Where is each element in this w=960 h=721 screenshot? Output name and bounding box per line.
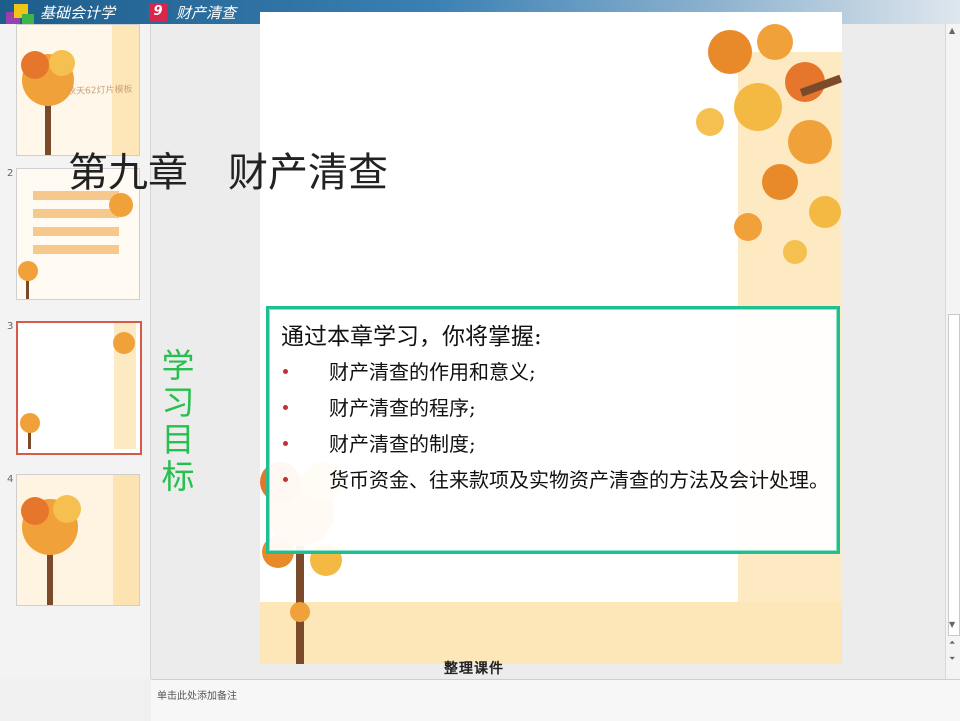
chapter-number-badge: 9 [149, 3, 167, 21]
bullet-icon [283, 369, 288, 374]
next-slide-icon[interactable]: ⏷ [949, 654, 955, 664]
objectives-intro: 通过本章学习，你将掌握: [281, 324, 542, 350]
slide-thumbnail-3[interactable] [16, 321, 142, 455]
list-item: 财产清查的制度; [279, 431, 839, 458]
notes-pane[interactable]: 单击此处添加备注 [151, 679, 960, 721]
bullet-icon [283, 477, 288, 482]
maple-tree-icon [17, 475, 139, 605]
previous-slide-icon[interactable]: ⏶ [949, 638, 955, 648]
thumbnail-number-2: 2 [7, 168, 14, 179]
scroll-down-icon[interactable]: ▼ [949, 620, 955, 629]
scrollbar-thumb[interactable] [948, 314, 960, 636]
learning-objectives-label: 学习目标 [161, 346, 195, 496]
thumbnail-hint: 秋天62灯片模板 [66, 84, 133, 98]
scroll-up-icon[interactable]: ▲ [949, 26, 955, 35]
list-item: 货币资金、往来款项及实物资产清查的方法及会计处理。 [279, 467, 839, 494]
course-title: 基础会计学 [40, 4, 116, 22]
objectives-list: 财产清查的作用和意义; 财产清查的程序; 财产清查的制度; 货币资金、往来款项及… [279, 359, 839, 503]
maple-tree-icon [18, 323, 136, 449]
list-item: 财产清查的程序; [279, 395, 839, 422]
bullet-icon [283, 405, 288, 410]
chapter-title: 财产清查 [176, 4, 237, 22]
slide-title: 第九章 财产清查 [68, 150, 388, 196]
thumbnail-number-4: 4 [7, 474, 14, 485]
slide-footer-text: 整理课件 [444, 661, 504, 677]
slide-thumbnail-4[interactable] [16, 474, 140, 606]
notes-placeholder: 单击此处添加备注 [157, 691, 237, 702]
vertical-scrollbar[interactable]: ▲ ▼ ⏶ ⏷ [945, 24, 960, 679]
thumbnail-number-3: 3 [7, 321, 14, 332]
objectives-text-box[interactable]: 通过本章学习，你将掌握: 财产清查的作用和意义; 财产清查的程序; 财产清查的制… [266, 306, 840, 554]
list-item: 财产清查的作用和意义; [279, 359, 839, 386]
slide-thumbnail-panel: 秋天62灯片模板 2 3 4 [0, 24, 151, 679]
bullet-icon [283, 441, 288, 446]
slide-thumbnail-1[interactable]: 秋天62灯片模板 [16, 24, 140, 156]
